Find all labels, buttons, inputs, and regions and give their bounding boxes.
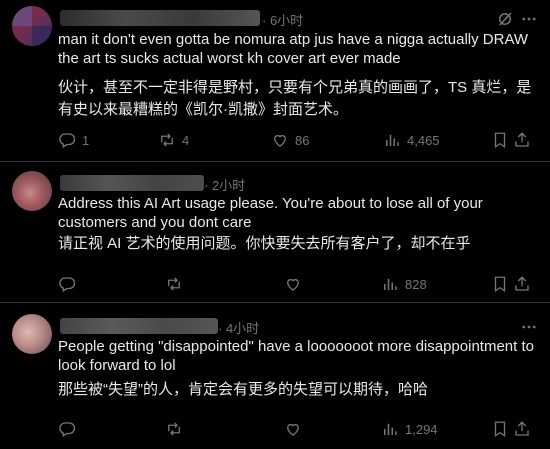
views-button[interactable]: 828 — [381, 275, 427, 293]
bookmark-icon[interactable] — [491, 420, 509, 438]
reply-button[interactable] — [58, 275, 82, 293]
avatar[interactable] — [12, 6, 52, 46]
views-count: 4,465 — [407, 132, 440, 148]
post-translation: 请正视 AI 艺术的使用问题。你快要失去所有客户了，却不在乎 — [58, 235, 471, 252]
like-button[interactable] — [284, 275, 308, 293]
repost-button[interactable] — [165, 420, 189, 438]
views-button[interactable]: 4,465 — [383, 131, 440, 149]
views-icon — [386, 134, 399, 146]
bookmark-icon[interactable] — [491, 131, 509, 149]
views-icon — [384, 423, 397, 435]
reply-icon — [59, 277, 76, 292]
more-icon[interactable] — [520, 10, 538, 28]
repost-button[interactable]: 4 — [158, 131, 189, 149]
post-time[interactable]: · 6小时 — [262, 10, 303, 29]
post-translation: 伙计，甚至不一定非得是野村，只要有个兄弟真的画画了，TS 真烂，是有史以来最糟糕… — [58, 79, 532, 118]
tweet-reply-2[interactable]: · 2小时 Address this AI Art usage please. … — [0, 162, 550, 303]
post-time[interactable]: · 4小时 — [218, 318, 259, 337]
views-icon — [384, 278, 397, 290]
views-count: 828 — [405, 276, 427, 292]
share-icon[interactable] — [513, 420, 531, 438]
avatar[interactable] — [12, 171, 52, 211]
repost-icon — [168, 277, 180, 291]
reply-button[interactable] — [58, 420, 82, 438]
avatar[interactable] — [12, 314, 52, 354]
post-translation: 那些被“失望”的人，肯定会有更多的失望可以期待，哈哈 — [58, 381, 428, 398]
post-text: man it don't even gotta be nomura atp ju… — [58, 31, 533, 67]
heart-icon — [287, 278, 299, 291]
repost-icon — [161, 133, 173, 147]
heart-icon — [274, 134, 286, 147]
views-button[interactable]: 1,294 — [381, 420, 438, 438]
views-count: 1,294 — [405, 421, 438, 437]
post-time[interactable]: · 2小时 — [204, 175, 245, 194]
post-actions: 1 4 86 4,465 — [58, 131, 540, 151]
username-redacted[interactable] — [60, 318, 218, 334]
repost-button[interactable] — [165, 275, 189, 293]
reply-count: 1 — [82, 132, 90, 148]
post-text: Address this AI Art usage please. You're… — [58, 195, 487, 231]
more-icon[interactable] — [520, 318, 538, 336]
tweet-reply-3[interactable]: · 4小时 People getting "disappointed" have… — [0, 303, 550, 449]
like-button[interactable] — [284, 420, 308, 438]
repost-icon — [168, 422, 180, 436]
like-button[interactable]: 86 — [271, 131, 309, 149]
reply-button[interactable]: 1 — [58, 131, 89, 149]
like-count: 86 — [295, 132, 310, 148]
share-icon[interactable] — [513, 275, 531, 293]
post-actions: 1,294 — [58, 420, 540, 440]
tweet-reply-1[interactable]: · 6小时 man it don't even gotta be nomura … — [0, 0, 550, 162]
post-text: People getting "disappointed" have a loo… — [58, 338, 539, 374]
share-icon[interactable] — [513, 131, 531, 149]
heart-icon — [287, 423, 299, 436]
reply-icon — [59, 133, 76, 148]
username-redacted[interactable] — [60, 175, 204, 191]
reply-icon — [59, 422, 76, 437]
grok-icon[interactable] — [496, 10, 514, 28]
post-actions: 828 — [58, 275, 540, 295]
bookmark-icon[interactable] — [491, 275, 509, 293]
repost-count: 4 — [182, 132, 190, 148]
username-redacted[interactable] — [60, 10, 260, 26]
